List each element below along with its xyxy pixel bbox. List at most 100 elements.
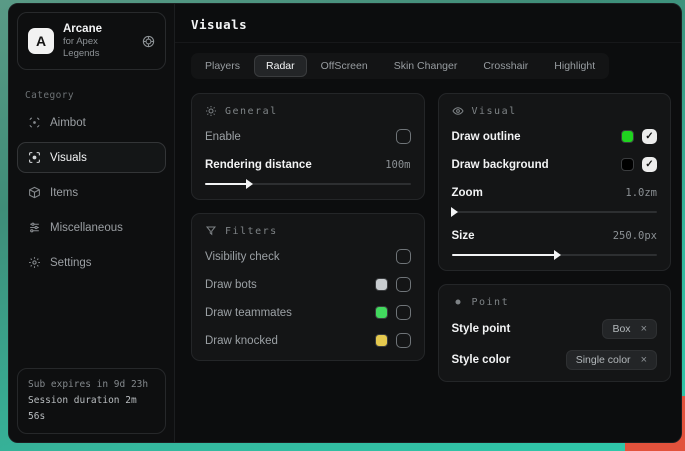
filters-panel: Filters Visibility check Draw bots <box>191 213 425 361</box>
sidebar-nav: Aimbot Visuals Items Miscellaneous <box>9 107 174 278</box>
style-color-row: Style color Single color × <box>452 350 658 370</box>
rendering-distance-value: 100m <box>385 159 410 171</box>
draw-bots-checkbox[interactable] <box>396 277 411 292</box>
draw-knocked-row: Draw knocked <box>205 332 411 349</box>
chip-value: Box <box>612 323 630 335</box>
draw-teammates-label: Draw teammates <box>205 307 292 319</box>
general-panel: General Enable Rendering distance 100m <box>191 93 425 200</box>
sidebar-item-label: Items <box>50 187 78 199</box>
tabbar-wrap: Players Radar OffScreen Skin Changer Cro… <box>175 43 681 79</box>
enable-checkbox[interactable] <box>396 129 411 144</box>
tab-skin-changer[interactable]: Skin Changer <box>382 55 470 77</box>
tab-radar[interactable]: Radar <box>254 55 307 77</box>
draw-bots-color-swatch[interactable] <box>375 278 388 291</box>
style-point-chip[interactable]: Box × <box>602 319 657 339</box>
slider-fill <box>452 254 557 256</box>
draw-knocked-color-swatch[interactable] <box>375 334 388 347</box>
tab-crosshair[interactable]: Crosshair <box>471 55 540 77</box>
app-window: A Arcane for Apex Legends Category Aimbo… <box>8 3 682 443</box>
size-slider[interactable] <box>452 251 658 259</box>
app-logo: A <box>28 28 54 54</box>
draw-background-checkbox[interactable]: ✓ <box>642 157 657 172</box>
draw-bots-row: Draw bots <box>205 276 411 293</box>
rendering-distance-label: Rendering distance <box>205 159 312 171</box>
style-point-label: Style point <box>452 323 511 335</box>
sub-expiry-text: Sub expires in 9d 23h <box>28 377 155 393</box>
brand-header: A Arcane for Apex Legends <box>17 12 166 70</box>
zoom-row: Zoom 1.0zm <box>452 184 658 201</box>
draw-outline-label: Draw outline <box>452 131 521 143</box>
sidebar-item-miscellaneous[interactable]: Miscellaneous <box>17 212 166 243</box>
sun-icon <box>205 105 217 117</box>
visibility-check-checkbox[interactable] <box>396 249 411 264</box>
slider-thumb[interactable] <box>451 207 458 217</box>
subscription-info: Sub expires in 9d 23h Session duration 2… <box>17 368 166 434</box>
gear-icon[interactable] <box>142 35 155 48</box>
slider-thumb[interactable] <box>246 179 253 189</box>
point-panel: Point Style point Box × Style color Sing… <box>438 284 672 382</box>
draw-knocked-checkbox[interactable] <box>396 333 411 348</box>
funnel-icon <box>205 225 217 237</box>
rendering-distance-slider[interactable] <box>205 180 411 188</box>
close-icon[interactable]: × <box>641 354 647 366</box>
sidebar-item-label: Aimbot <box>50 117 86 129</box>
sidebar-item-aimbot[interactable]: Aimbot <box>17 107 166 138</box>
slider-fill <box>205 183 248 185</box>
draw-background-label: Draw background <box>452 159 549 171</box>
draw-teammates-checkbox[interactable] <box>396 305 411 320</box>
style-point-row: Style point Box × <box>452 319 658 339</box>
draw-background-row: Draw background ✓ <box>452 156 658 173</box>
panel-title-text: General <box>225 106 278 117</box>
tab-offscreen[interactable]: OffScreen <box>309 55 380 77</box>
eye-icon <box>452 105 464 117</box>
zoom-value: 1.0zm <box>625 187 657 199</box>
panel-title-text: Point <box>472 297 510 308</box>
size-row: Size 250.0px <box>452 227 658 244</box>
chip-value: Single color <box>576 354 631 366</box>
size-label: Size <box>452 230 475 242</box>
draw-teammates-color-swatch[interactable] <box>375 306 388 319</box>
point-panel-title: Point <box>452 296 658 308</box>
tabbar: Players Radar OffScreen Skin Changer Cro… <box>191 53 609 79</box>
filters-panel-title: Filters <box>205 225 411 237</box>
package-icon <box>28 186 41 199</box>
draw-outline-row: Draw outline ✓ <box>452 128 658 145</box>
sliders-icon <box>28 221 41 234</box>
general-panel-title: General <box>205 105 411 117</box>
draw-background-color-swatch[interactable] <box>621 158 634 171</box>
brand-text: Arcane for Apex Legends <box>63 22 133 60</box>
panel-title-text: Visual <box>472 106 517 117</box>
sidebar-item-items[interactable]: Items <box>17 177 166 208</box>
tab-highlight[interactable]: Highlight <box>542 55 607 77</box>
draw-teammates-row: Draw teammates <box>205 304 411 321</box>
draw-outline-checkbox[interactable]: ✓ <box>642 129 657 144</box>
sidebar-item-label: Settings <box>50 257 92 269</box>
visibility-check-label: Visibility check <box>205 251 280 263</box>
style-color-label: Style color <box>452 354 511 366</box>
sidebar-item-settings[interactable]: Settings <box>17 247 166 278</box>
category-label: Category <box>25 90 158 101</box>
zoom-slider[interactable] <box>452 208 658 216</box>
scan-eye-icon <box>28 151 41 164</box>
slider-track <box>452 211 658 213</box>
main-panel: Visuals Players Radar OffScreen Skin Cha… <box>175 4 681 442</box>
content-grid: General Enable Rendering distance 100m <box>175 79 681 396</box>
gear-icon <box>28 256 41 269</box>
page-title: Visuals <box>191 17 665 32</box>
tab-players[interactable]: Players <box>193 55 252 77</box>
session-duration-text: Session duration 2m 56s <box>28 393 155 425</box>
style-color-chip[interactable]: Single color × <box>566 350 657 370</box>
draw-outline-color-swatch[interactable] <box>621 130 634 143</box>
app-subtitle: for Apex Legends <box>63 36 133 60</box>
sidebar-item-label: Miscellaneous <box>50 222 123 234</box>
visibility-check-row: Visibility check <box>205 248 411 265</box>
sidebar-item-visuals[interactable]: Visuals <box>17 142 166 173</box>
slider-thumb[interactable] <box>554 250 561 260</box>
size-value: 250.0px <box>613 230 657 242</box>
draw-bots-label: Draw bots <box>205 279 257 291</box>
enable-row: Enable <box>205 128 411 145</box>
close-icon[interactable]: × <box>641 323 647 335</box>
sidebar: A Arcane for Apex Legends Category Aimbo… <box>9 4 175 442</box>
check-icon: ✓ <box>645 160 653 170</box>
crosshair-icon <box>28 116 41 129</box>
